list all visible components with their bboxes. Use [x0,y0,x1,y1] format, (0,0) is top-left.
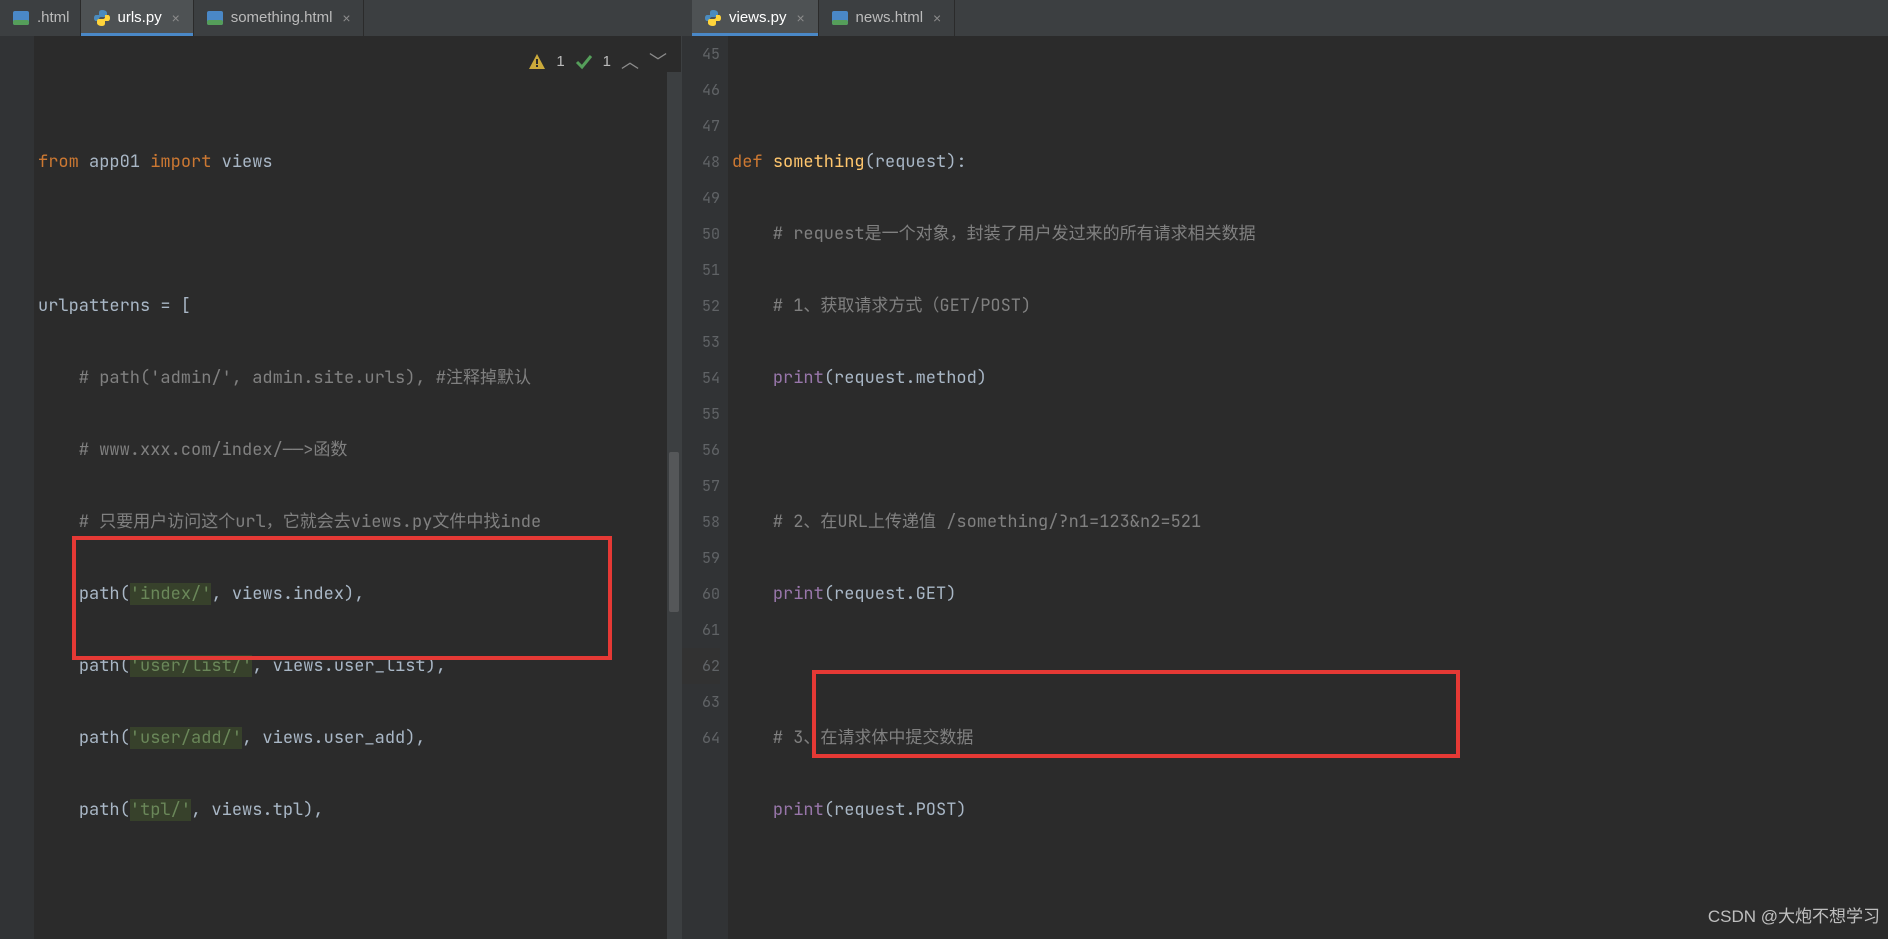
close-icon[interactable]: × [930,0,944,36]
left-tab-bar: .html urls.py × something.html × [0,0,681,36]
left-scrollbar[interactable] [667,72,681,939]
right-editor[interactable]: 45 46 47 48 49 50 51 52 53 54 55 56 57 5… [682,36,1888,939]
prev-highlight-icon[interactable]: ︿ [621,44,639,80]
tab-news-html[interactable]: news.html × [819,0,956,36]
python-file-icon [704,9,722,27]
scrollbar-thumb[interactable] [669,452,679,612]
tab-label: something.html [231,0,333,36]
tab-urls-py[interactable]: urls.py × [81,0,194,36]
html-file-icon [12,9,30,27]
right-tab-bar: views.py × news.html × [682,0,1888,36]
left-editor-pane: .html urls.py × something.html × 1 1 [0,0,682,939]
left-code-area[interactable]: 1 1 ︿ ﹀ from app01 import views urlpatte… [34,36,681,939]
left-editor[interactable]: 1 1 ︿ ﹀ from app01 import views urlpatte… [0,36,681,939]
close-icon[interactable]: × [339,0,353,36]
html-file-icon [831,9,849,27]
right-gutter: 45 46 47 48 49 50 51 52 53 54 55 56 57 5… [682,36,728,939]
left-gutter [0,36,34,939]
close-icon[interactable]: × [169,0,183,36]
warning-icon [528,53,546,71]
tab-label: news.html [856,0,924,36]
tab-something-html[interactable]: something.html × [194,0,365,36]
python-file-icon [93,9,111,27]
right-code-area[interactable]: def something(request): # request是一个对象，封… [728,36,1888,939]
tab-views-py[interactable]: views.py × [692,0,819,36]
tab-label: urls.py [118,0,162,36]
html-file-icon [206,9,224,27]
close-icon[interactable]: × [794,0,808,36]
next-highlight-icon[interactable]: ﹀ [649,44,667,80]
warning-count: 1 [556,44,564,80]
ok-count: 1 [603,44,611,80]
inspection-widget[interactable]: 1 1 ︿ ﹀ [528,44,667,80]
tab-label: .html [37,0,70,36]
tab-label: views.py [729,0,787,36]
tab-html[interactable]: .html [0,0,81,36]
right-editor-pane: views.py × news.html × 45 46 47 48 49 50… [682,0,1888,939]
check-icon [575,53,593,71]
